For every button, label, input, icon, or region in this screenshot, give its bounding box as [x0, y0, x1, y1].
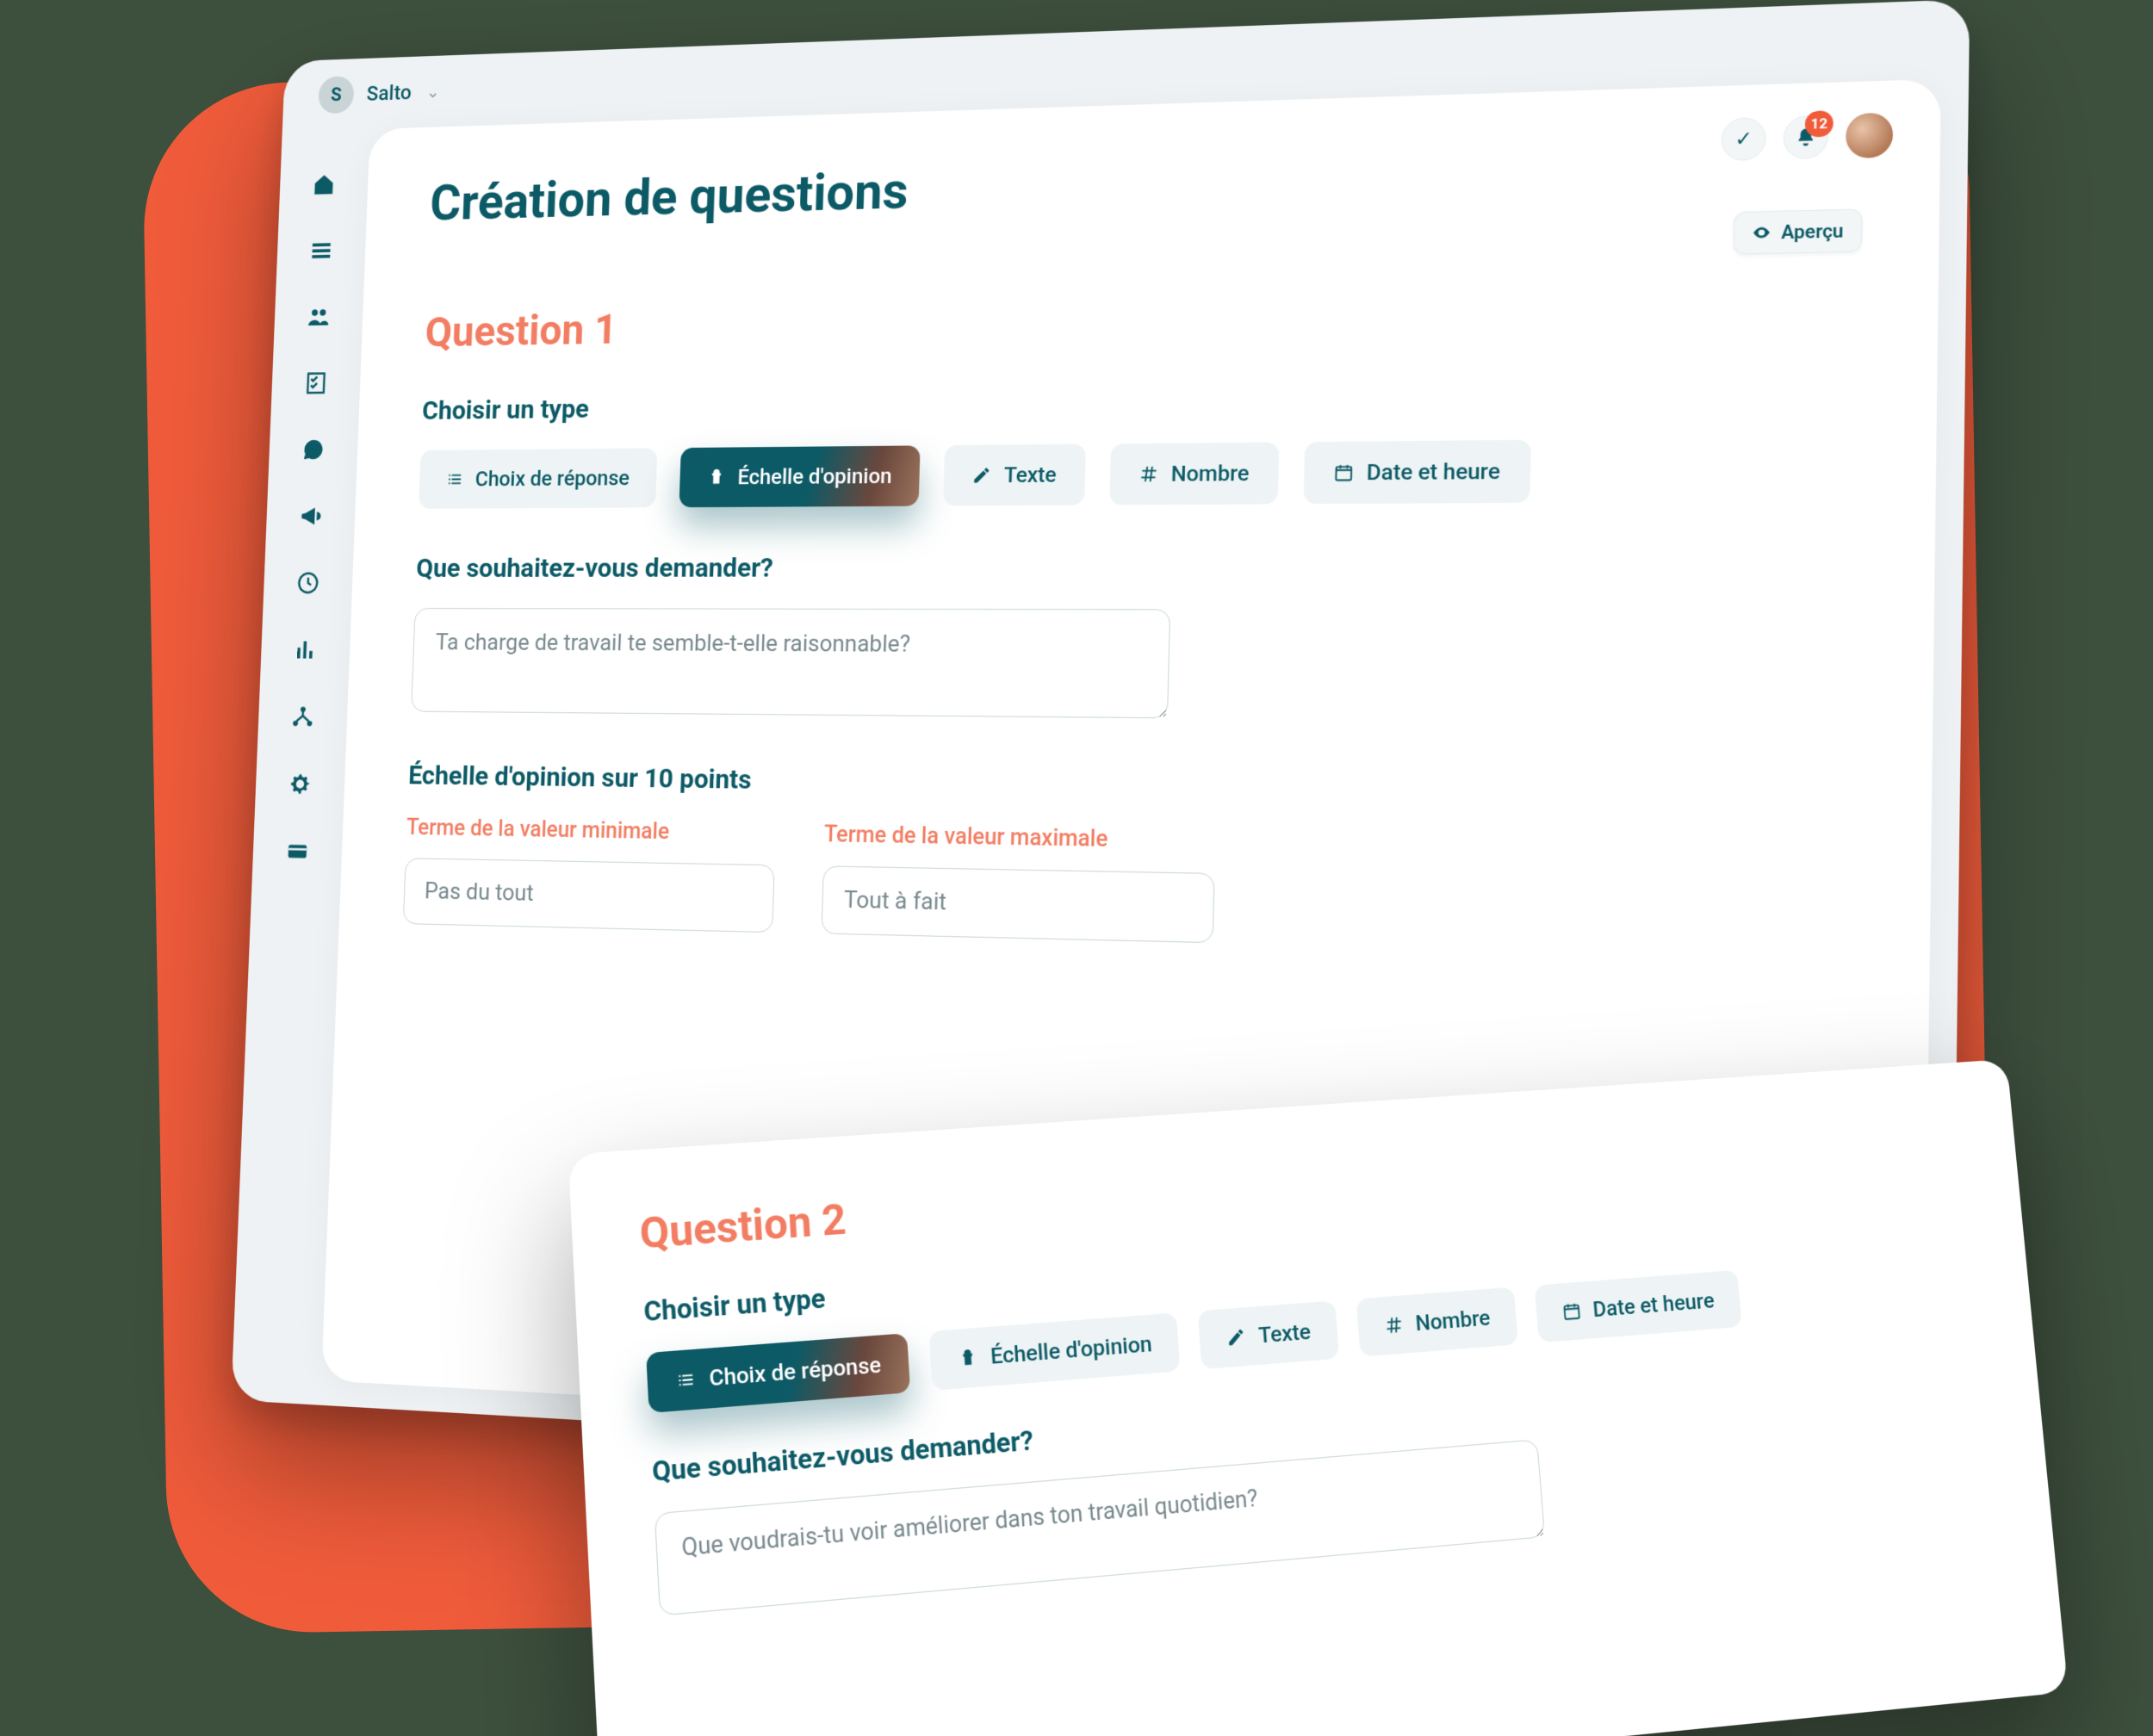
megaphone-icon[interactable] [295, 500, 326, 531]
clock-icon[interactable] [293, 567, 323, 598]
min-term-input[interactable] [403, 858, 775, 933]
type-date-label: Date et heure [1367, 458, 1501, 485]
type-choice-label: Choix de réponse [475, 466, 630, 492]
check-icon[interactable]: ✓ [1722, 117, 1766, 161]
survey-icon[interactable] [301, 368, 332, 399]
type-choice[interactable]: Choix de réponse [419, 448, 657, 509]
question-1-heading: Question 1 [425, 280, 1862, 356]
question-2-card: Question 2 Choisir un type Choix de répo… [568, 1059, 2069, 1736]
question-1-input[interactable]: Ta charge de travail te semble-t-elle ra… [411, 608, 1170, 718]
min-term-label: Terme de la valeur minimale [406, 815, 776, 847]
settings-icon[interactable] [285, 768, 315, 800]
type-date[interactable]: Date et heure [1534, 1270, 1741, 1343]
preview-label: Aperçu [1781, 220, 1844, 244]
scale-title: Échelle d'opinion sur 10 points [408, 760, 1855, 811]
type-opinion[interactable]: Échelle d'opinion [928, 1312, 1181, 1391]
list-icon[interactable] [307, 235, 337, 266]
type-choice[interactable]: Choix de réponse [646, 1333, 910, 1413]
type-date[interactable]: Date et heure [1303, 440, 1530, 505]
ask-label: Que souhaitez-vous demander? [416, 550, 1858, 584]
preview-button[interactable]: Aperçu [1734, 208, 1863, 254]
chevron-down-icon: ⌄ [425, 81, 440, 102]
notifications-button[interactable]: 12 [1783, 115, 1828, 159]
type-text-label: Texte [1257, 1319, 1312, 1348]
chat-icon[interactable] [298, 434, 328, 465]
org-icon[interactable] [288, 701, 318, 732]
type-number-label: Nombre [1414, 1305, 1491, 1336]
type-text[interactable]: Texte [1198, 1300, 1339, 1369]
max-term-label: Terme de la valeur maximale [824, 822, 1216, 854]
choose-type-label: Choisir un type [422, 377, 1860, 426]
type-number-label: Nombre [1170, 461, 1249, 487]
max-term-input[interactable] [821, 865, 1214, 943]
workspace-name: Salto [366, 80, 412, 105]
users-icon[interactable] [304, 301, 334, 332]
type-opinion-label: Échelle d'opinion [990, 1331, 1152, 1369]
type-date-label: Date et heure [1591, 1288, 1715, 1323]
type-number[interactable]: Nombre [1356, 1287, 1518, 1357]
avatar[interactable] [1846, 112, 1893, 158]
home-icon[interactable] [309, 169, 339, 200]
analytics-icon[interactable] [290, 635, 320, 666]
eye-icon [1752, 223, 1771, 242]
type-text-label: Texte [1003, 462, 1057, 488]
type-number[interactable]: Nombre [1109, 442, 1279, 505]
billing-icon[interactable] [282, 835, 313, 867]
notification-badge: 12 [1804, 110, 1833, 137]
type-text[interactable]: Texte [943, 444, 1085, 506]
workspace-badge: S [318, 76, 355, 115]
header-actions: ✓ 12 [1722, 112, 1894, 162]
type-opinion-label: Échelle d'opinion [737, 463, 892, 489]
type-choice-label: Choix de réponse [709, 1352, 882, 1392]
type-opinion[interactable]: Échelle d'opinion [679, 445, 921, 507]
type-chips-q1: Choix de réponse Échelle d'opinion Texte… [419, 437, 1859, 509]
